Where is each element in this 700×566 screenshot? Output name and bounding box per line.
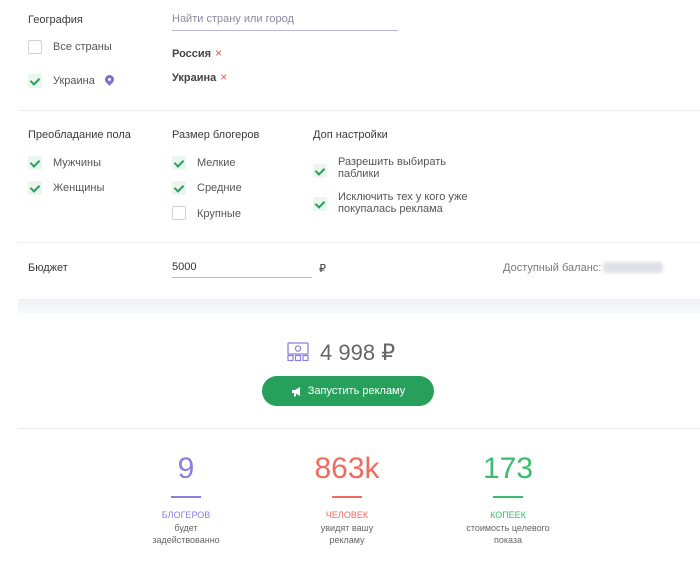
geo-tag-ukraine: Украина × [172, 70, 227, 84]
exclude-buyers-checkbox[interactable] [313, 197, 327, 211]
size-title: Размер блогеров [172, 129, 260, 141]
female-label: Женщины [53, 182, 105, 194]
extra-title: Доп настройки [313, 129, 388, 141]
gender-title: Преобладание пола [28, 129, 131, 141]
stat-desc-line: будет [174, 523, 198, 533]
stat-kopecks-desc: стоимость целевого показа [448, 522, 568, 546]
remove-tag-icon[interactable]: × [220, 70, 227, 84]
stat-kopecks-title: КОПЕЕК [490, 510, 526, 520]
geography-label: География [28, 14, 83, 26]
ukraine-label: Украина [53, 75, 95, 87]
location-pin-icon [103, 73, 116, 86]
ukraine-checkbox[interactable] [28, 74, 42, 88]
stat-people-bar [332, 496, 362, 498]
geo-tag-name: Украина [172, 72, 217, 84]
male-checkbox[interactable] [28, 156, 42, 170]
stat-desc-line: показа [493, 535, 523, 545]
budget-input[interactable]: 5000 [172, 261, 196, 273]
country-search-input[interactable]: Найти страну или город [172, 13, 294, 25]
section-divider [18, 428, 700, 429]
stat-people-title: ЧЕЛОВЕК [325, 510, 369, 520]
megaphone-icon [291, 386, 300, 396]
stat-desc-line: рекламу [329, 535, 365, 545]
budget-label: Бюджет [28, 262, 68, 274]
stat-kopecks-bar [493, 496, 523, 498]
allow-publics-checkbox[interactable] [313, 164, 327, 178]
exclude-buyers-label: Исключить тех у кого уже покупалась рекл… [338, 191, 467, 215]
geo-tag-name: Россия [172, 48, 212, 60]
stat-bloggers-bar [171, 496, 201, 498]
medium-label: Средние [197, 182, 242, 194]
stat-bloggers-title: БЛОГЕРОВ [161, 510, 211, 520]
stat-desc-line: задействованно [152, 535, 220, 545]
budget-input-underline [172, 277, 312, 278]
allow-publics-label: Разрешить выбирать паблики [338, 156, 446, 180]
balance-label: Доступный баланс: [503, 262, 602, 274]
currency-sign: ₽ [319, 263, 326, 275]
stat-kopecks-number: 173 [482, 452, 534, 485]
section-band [18, 299, 700, 313]
stat-bloggers-number: 9 [177, 452, 195, 485]
allow-publics-line2: паблики [338, 168, 380, 180]
medium-checkbox[interactable] [172, 181, 186, 195]
stat-bloggers-desc: будет задействованно [126, 522, 246, 546]
allow-publics-line1: Разрешить выбирать [338, 156, 446, 168]
stat-people-desc: увидят вашу рекламу [287, 522, 407, 546]
launch-ad-button[interactable]: Запустить рекламу [262, 376, 434, 406]
country-search-underline [172, 30, 398, 31]
stat-desc-line: увидят вашу [320, 523, 374, 533]
stat-people-number: 863k [314, 452, 380, 485]
stat-desc-line: стоимость целевого [466, 523, 550, 533]
exclude-buyers-line2: покупалась реклама [338, 203, 443, 215]
large-checkbox[interactable] [172, 206, 186, 220]
all-countries-checkbox[interactable] [28, 40, 42, 54]
all-countries-label: Все страны [53, 41, 112, 53]
geo-tag-russia: Россия × [172, 46, 222, 60]
male-label: Мужчины [53, 157, 102, 169]
exclude-buyers-line1: Исключить тех у кого уже [338, 191, 468, 203]
small-label: Мелкие [197, 157, 236, 169]
money-icon [287, 342, 309, 362]
launch-ad-label: Запустить рекламу [307, 385, 406, 397]
balance-value-blurred [603, 262, 663, 273]
remove-tag-icon[interactable]: × [215, 46, 222, 60]
female-checkbox[interactable] [28, 181, 42, 195]
large-label: Крупные [197, 208, 241, 220]
total-price: 4 998 ₽ [320, 340, 396, 365]
section-divider [18, 242, 700, 243]
section-divider [18, 110, 700, 111]
small-checkbox[interactable] [172, 156, 186, 170]
